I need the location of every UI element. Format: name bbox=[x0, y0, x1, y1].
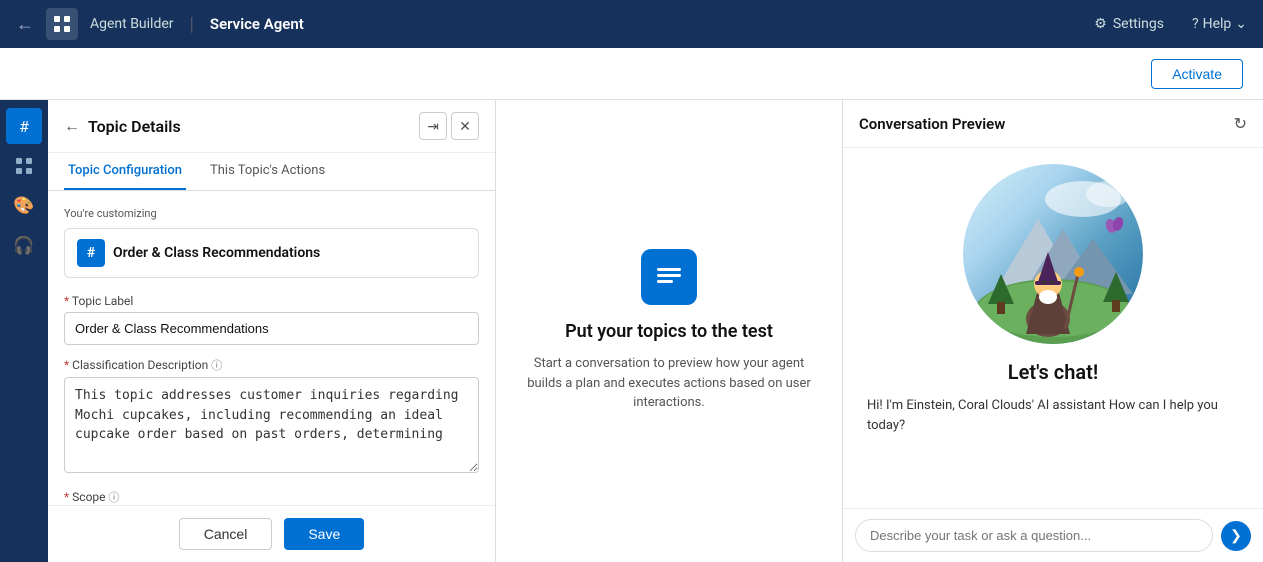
topic-label-field-label: * Topic Label bbox=[64, 294, 479, 308]
top-nav: ← Agent Builder | Service Agent ⚙ Settin… bbox=[0, 0, 1263, 48]
panel-close-button[interactable]: ✕ bbox=[451, 112, 479, 140]
conversation-chat-title: Let's chat! bbox=[1008, 360, 1098, 384]
activate-button[interactable]: Activate bbox=[1151, 59, 1243, 89]
classification-required: * bbox=[64, 358, 72, 372]
refresh-icon[interactable]: ↻ bbox=[1234, 114, 1247, 133]
scope-required: * bbox=[64, 490, 72, 504]
palette-icon: 🎨 bbox=[13, 196, 34, 216]
conversation-header: Conversation Preview ↻ bbox=[843, 100, 1263, 148]
panel-back-arrow[interactable]: ← bbox=[64, 116, 80, 136]
sidebar-icon-palette[interactable]: 🎨 bbox=[6, 188, 42, 224]
sidebar-icon-headset[interactable]: 🎧 bbox=[6, 228, 42, 264]
settings-button[interactable]: ⚙ Settings bbox=[1094, 16, 1164, 32]
sidebar-icon-grid[interactable] bbox=[6, 148, 42, 184]
activate-bar: Activate bbox=[0, 48, 1263, 100]
topic-panel: ← Topic Details ⇥ ✕ Topic Configuration … bbox=[48, 100, 496, 562]
help-chevron-icon: ⌄ bbox=[1235, 16, 1247, 32]
center-topic-icon bbox=[641, 249, 697, 305]
classification-textarea[interactable]: This topic addresses customer inquiries … bbox=[64, 377, 479, 473]
conversation-send-button[interactable]: ❯ bbox=[1221, 521, 1251, 551]
settings-label: Settings bbox=[1113, 16, 1164, 32]
topic-label-required: * bbox=[64, 294, 72, 308]
center-title: Put your topics to the test bbox=[565, 321, 773, 342]
expand-icon: ⇥ bbox=[427, 118, 439, 135]
panel-footer: Cancel Save bbox=[48, 505, 495, 562]
hash-icon: # bbox=[19, 117, 29, 136]
conversation-panel: Conversation Preview ↻ bbox=[843, 100, 1263, 562]
panel-body: You're customizing # Order & Class Recom… bbox=[48, 191, 495, 505]
topic-badge: # Order & Class Recommendations bbox=[64, 228, 479, 278]
center-panel: Put your topics to the test Start a conv… bbox=[496, 100, 843, 562]
help-button[interactable]: ? Help ⌄ bbox=[1192, 16, 1247, 32]
scope-field-label: * Scope ⓘ bbox=[64, 489, 479, 505]
conversation-input[interactable] bbox=[855, 519, 1213, 552]
scope-info-icon[interactable]: ⓘ bbox=[109, 491, 120, 504]
nav-separator: | bbox=[190, 14, 194, 35]
panel-header-actions: ⇥ ✕ bbox=[419, 112, 479, 140]
close-icon: ✕ bbox=[459, 118, 471, 135]
agent-builder-label: Agent Builder bbox=[90, 16, 174, 32]
panel-expand-button[interactable]: ⇥ bbox=[419, 112, 447, 140]
customizing-label: You're customizing bbox=[64, 207, 479, 220]
sidebar-icons: # 🎨 🎧 bbox=[0, 100, 48, 562]
conversation-chat-message: Hi! I'm Einstein, Coral Clouds' AI assis… bbox=[859, 396, 1247, 435]
help-icon: ? bbox=[1192, 16, 1199, 32]
settings-icon: ⚙ bbox=[1094, 16, 1107, 32]
conversation-title: Conversation Preview bbox=[859, 115, 1005, 133]
help-label: Help bbox=[1203, 16, 1232, 32]
tab-topic-actions[interactable]: This Topic's Actions bbox=[206, 153, 329, 190]
conversation-input-area: ❯ bbox=[843, 508, 1263, 562]
save-button[interactable]: Save bbox=[284, 518, 364, 550]
topic-badge-name: Order & Class Recommendations bbox=[113, 245, 320, 261]
topic-badge-icon: # bbox=[77, 239, 105, 267]
sidebar-icon-hash[interactable]: # bbox=[6, 108, 42, 144]
headset-icon: 🎧 bbox=[13, 236, 34, 256]
classification-field-label: * Classification Description ⓘ bbox=[64, 357, 479, 373]
conversation-body: Let's chat! Hi! I'm Einstein, Coral Clou… bbox=[843, 148, 1263, 508]
topic-hash-icon: # bbox=[87, 245, 95, 261]
topic-label-input[interactable] bbox=[64, 312, 479, 345]
main-layout: # 🎨 🎧 ← Topic Details ⇥ bbox=[0, 100, 1263, 562]
service-agent-label: Service Agent bbox=[210, 15, 304, 33]
center-description: Start a conversation to preview how your… bbox=[519, 354, 819, 413]
cancel-button[interactable]: Cancel bbox=[179, 518, 273, 550]
nav-back-icon[interactable]: ← bbox=[16, 14, 34, 35]
send-icon: ❯ bbox=[1230, 528, 1242, 544]
illustration-circle bbox=[963, 164, 1143, 344]
app-icon bbox=[46, 8, 78, 40]
panel-title: Topic Details bbox=[88, 117, 411, 136]
classification-info-icon[interactable]: ⓘ bbox=[211, 359, 222, 372]
panel-header: ← Topic Details ⇥ ✕ bbox=[48, 100, 495, 153]
tabs: Topic Configuration This Topic's Actions bbox=[48, 153, 495, 191]
tab-topic-configuration[interactable]: Topic Configuration bbox=[64, 153, 186, 190]
